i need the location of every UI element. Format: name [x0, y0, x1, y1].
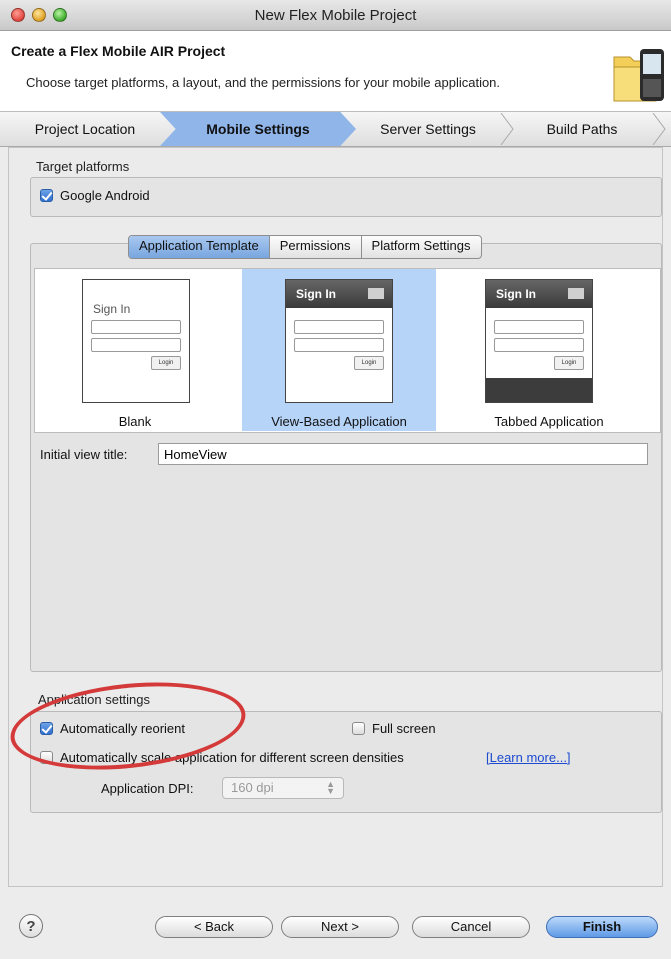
preview-sign-in: Sign In: [496, 287, 536, 301]
tab-application-template[interactable]: Application Template: [129, 236, 270, 258]
preview-action-bar: Sign In: [486, 280, 592, 308]
preview-field: [294, 320, 384, 334]
step-chevron-icon: [652, 113, 666, 145]
next-button[interactable]: Next >: [281, 916, 399, 938]
initial-view-title-input[interactable]: [158, 443, 648, 465]
step-server-settings[interactable]: Server Settings: [364, 112, 492, 146]
template-blank-label: Blank: [118, 414, 152, 429]
wizard-steps: Project Location Mobile Settings Server …: [0, 112, 671, 147]
full-screen-label: Full screen: [372, 721, 436, 736]
preview-login: Login: [354, 356, 384, 370]
target-platforms-label: Target platforms: [36, 159, 130, 174]
template-view-based-label: View-Based Application: [271, 414, 407, 429]
window-title: New Flex Mobile Project: [254, 7, 417, 24]
template-blank[interactable]: Sign In Login Blank: [35, 269, 235, 431]
preview-field: [494, 338, 584, 352]
full-screen-checkbox[interactable]: [352, 722, 365, 735]
mail-icon: [368, 288, 384, 299]
tab-platform-settings[interactable]: Platform Settings: [362, 236, 481, 258]
preview-field: [91, 320, 181, 334]
help-icon[interactable]: ?: [19, 914, 43, 938]
preview-field: [294, 338, 384, 352]
preview-tab-bar: [486, 378, 592, 402]
google-android-checkbox[interactable]: [40, 189, 53, 202]
finish-button[interactable]: Finish: [546, 916, 658, 938]
back-button[interactable]: < Back: [155, 916, 273, 938]
learn-more-link[interactable]: [Learn more...]: [486, 750, 571, 765]
application-dpi-select[interactable]: 160 dpi ▲ ▼: [222, 777, 344, 799]
preview-field: [494, 320, 584, 334]
tab-permissions[interactable]: Permissions: [270, 236, 362, 258]
preview-field: [91, 338, 181, 352]
template-view-based[interactable]: Sign In Login View-Based Application: [242, 269, 436, 431]
blank-template-preview: Sign In Login: [82, 279, 190, 403]
template-tabbed-label: Tabbed Application: [494, 414, 604, 429]
template-tabbed[interactable]: Sign In Login Tabbed Application: [449, 269, 649, 431]
google-android-label: Google Android: [60, 188, 150, 203]
application-dpi-label: Application DPI:: [101, 781, 194, 796]
stepper-arrows-icon: ▲ ▼: [326, 779, 335, 796]
preview-sign-in: Sign In: [93, 302, 131, 316]
application-dpi-value: 160 dpi: [231, 780, 274, 795]
view-based-template-preview: Sign In Login: [285, 279, 393, 403]
preview-login: Login: [554, 356, 584, 370]
preview-action-bar: Sign In: [286, 280, 392, 308]
wizard-header: Create a Flex Mobile AIR Project Choose …: [0, 31, 671, 112]
wizard-description: Choose target platforms, a layout, and t…: [26, 75, 501, 90]
wizard-footer: ? < Back Next > Cancel Finish: [0, 888, 671, 959]
mail-icon: [568, 288, 584, 299]
template-list: Sign In Login Blank Sign In Login View-B…: [34, 268, 661, 433]
window-titlebar: New Flex Mobile Project: [0, 0, 671, 31]
step-chevron-icon: [500, 113, 514, 145]
tabbed-template-preview: Sign In Login: [485, 279, 593, 403]
preview-sign-in: Sign In: [296, 287, 336, 301]
preview-login: Login: [151, 356, 181, 370]
cancel-button[interactable]: Cancel: [412, 916, 530, 938]
step-project-location[interactable]: Project Location: [0, 112, 170, 146]
mobile-project-icon: [613, 49, 664, 102]
settings-tabs: Application Template Permissions Platfor…: [128, 235, 482, 259]
step-mobile-settings[interactable]: Mobile Settings: [160, 112, 356, 146]
wizard-title: Create a Flex Mobile AIR Project: [11, 43, 226, 59]
step-build-paths[interactable]: Build Paths: [518, 112, 646, 146]
initial-view-title-label: Initial view title:: [40, 447, 128, 462]
